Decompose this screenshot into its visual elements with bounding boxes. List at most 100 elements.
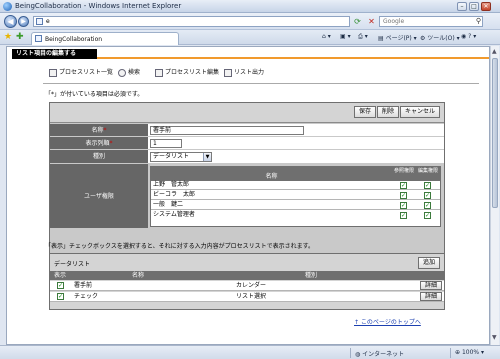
page-menu[interactable]: ▤ ページ(P) ▾ [378,33,417,42]
search-icon [118,68,126,77]
address-text: e [46,18,50,25]
process-list-label: プロセスリスト一覧 [59,69,114,76]
item-type: リスト選択 [236,293,267,300]
maximize-button[interactable]: □ [469,2,479,11]
search-icon[interactable]: ⚲ [476,17,481,25]
add-button[interactable]: 追加 [418,257,441,269]
ref-checkbox[interactable]: ✓ [400,192,407,199]
perm-label-cell: ユーザ権限 [50,164,148,229]
perm-value-cell: 名称 参照権限 編集権限 上野 管太郎 ✓ ✓ ビーコラ 太郎 ✓ ✓ 一般 鍵… [148,164,444,229]
user-name: システム管理者 [153,211,195,218]
edit-checkbox[interactable]: ✓ [424,202,431,209]
name-label-cell: 名称* [50,124,148,137]
help-menu[interactable]: ◉ ? ▾ [461,33,476,40]
edit-checkbox[interactable]: ✓ [424,212,431,219]
table-row: ✓ チェック リスト選択 詳細 [50,292,444,302]
edit-checkbox[interactable]: ✓ [424,182,431,189]
list-export-link[interactable]: リスト出力 [224,67,264,77]
page-top-link[interactable]: ↑ このページのトップへ [354,317,421,326]
item-name: チェック [74,293,99,300]
order-input[interactable]: 1 [150,139,182,148]
search-input[interactable] [380,17,472,26]
show-checkbox[interactable]: ✓ [57,293,64,300]
table-row: システム管理者 ✓ ✓ [151,211,440,220]
name-value-cell: 署手前 [148,124,444,137]
print-icon[interactable]: ⎙ ▾ [358,33,368,41]
favorites-star-icon[interactable]: ★ [4,32,12,42]
chevron-down-icon[interactable]: ▼ [203,153,211,161]
name-label: 名称 [91,127,104,134]
type-label-cell: 種別 [50,150,148,164]
edit-checkbox[interactable]: ✓ [424,192,431,199]
tab-beingcollaboration[interactable]: BeingCollaboration [31,32,179,45]
minimize-button[interactable]: – [457,2,467,11]
table-row: 上野 管太郎 ✓ ✓ [151,181,440,190]
forward-button[interactable]: ▶ [18,16,29,27]
detail-button[interactable]: 詳細 [420,281,443,290]
tab-label: BeingCollaboration [45,36,103,43]
page-icon [35,35,42,42]
delete-button[interactable]: 削除 [377,106,400,118]
stop-icon[interactable]: ✕ [366,16,377,27]
tools-menu[interactable]: ⚙ ツール(O) ▾ [420,33,460,42]
page-icon [36,18,43,25]
search-link[interactable]: 検索 [118,67,140,77]
type-value-cell: データリスト ▼ [148,150,444,164]
save-button[interactable]: 保存 [354,106,377,118]
action-button-bar: 保存 削除 キャンセル [50,103,444,123]
tab-toolbar: ★ ✚ BeingCollaboration ⌂ ▾ ▣ ▾ ⎙ ▾ ▤ ページ… [0,30,500,45]
page-header: リスト項目の編集する [7,47,489,60]
order-label-cell: 表示列順* [50,137,148,150]
back-button[interactable]: ◀ [4,15,17,28]
status-bar: ◍ インターネット ⊕ 100% ▾ [0,345,500,359]
zone-label: インターネット [362,351,405,358]
address-input[interactable]: e [33,16,350,27]
user-name: 一般 鍵二 [153,201,184,208]
cancel-button[interactable]: キャンセル [400,106,441,118]
type-select[interactable]: データリスト ▼ [150,152,212,162]
page-menu-label: ページ(P) [385,35,412,42]
user-permission-table: 名称 参照権限 編集権限 上野 管太郎 ✓ ✓ ビーコラ 太郎 ✓ ✓ 一般 鍵… [150,166,441,227]
add-favorite-icon[interactable]: ✚ [16,32,24,42]
zone-indicator[interactable]: ◍ インターネット [355,349,404,358]
window-title: BeingCollaboration - Windows Internet Ex… [15,2,182,10]
scroll-down-icon[interactable]: ▼ [492,334,497,341]
type-label: 種別 [92,153,105,160]
zoom-control[interactable]: ⊕ 100% ▾ [455,349,484,356]
vertical-scrollbar[interactable]: ▲ ▼ [490,46,499,345]
perm-col-ref: 参照権限 [393,168,414,174]
close-window-button[interactable]: ✕ [481,2,491,11]
perm-col-edit: 編集権限 [417,168,438,174]
refresh-icon[interactable]: ⟳ [352,16,363,27]
ref-checkbox[interactable]: ✓ [400,182,407,189]
ref-checkbox[interactable]: ✓ [400,202,407,209]
ref-checkbox[interactable]: ✓ [400,212,407,219]
feeds-icon[interactable]: ▣ ▾ [340,33,351,40]
ie-logo-icon [3,2,12,11]
col-name: 名称 [132,272,145,279]
header-divider [97,57,489,59]
perm-col-name: 名称 [265,173,278,180]
perm-label: ユーザ権限 [84,193,114,200]
scroll-thumb[interactable] [492,58,498,208]
page-title: リスト項目の編集する [12,49,97,59]
process-list-edit-link[interactable]: プロセスリスト編集 [155,67,219,77]
detail-button[interactable]: 詳細 [420,292,443,301]
name-input[interactable]: 署手前 [150,126,304,135]
zoom-icon: ⊕ [455,349,462,356]
status-divider [450,348,451,358]
order-label: 表示列順 [85,140,110,147]
home-icon[interactable]: ⌂ ▾ [322,33,331,40]
help-menu-label: ? [468,33,472,40]
edit-list-icon [155,68,163,77]
show-checkbox[interactable]: ✓ [57,282,64,289]
table-row: 一般 鍵二 ✓ ✓ [151,201,440,210]
process-list-link[interactable]: プロセスリスト一覧 [49,67,113,77]
col-type: 種別 [305,272,318,279]
order-value-cell: 1 [148,137,444,150]
perm-table-header: 名称 参照権限 編集権限 [151,167,440,181]
col-show: 表示 [54,272,67,279]
toolbar-divider [43,83,479,84]
scroll-up-icon[interactable]: ▲ [492,48,497,55]
search-box[interactable]: ⚲ [379,16,483,27]
